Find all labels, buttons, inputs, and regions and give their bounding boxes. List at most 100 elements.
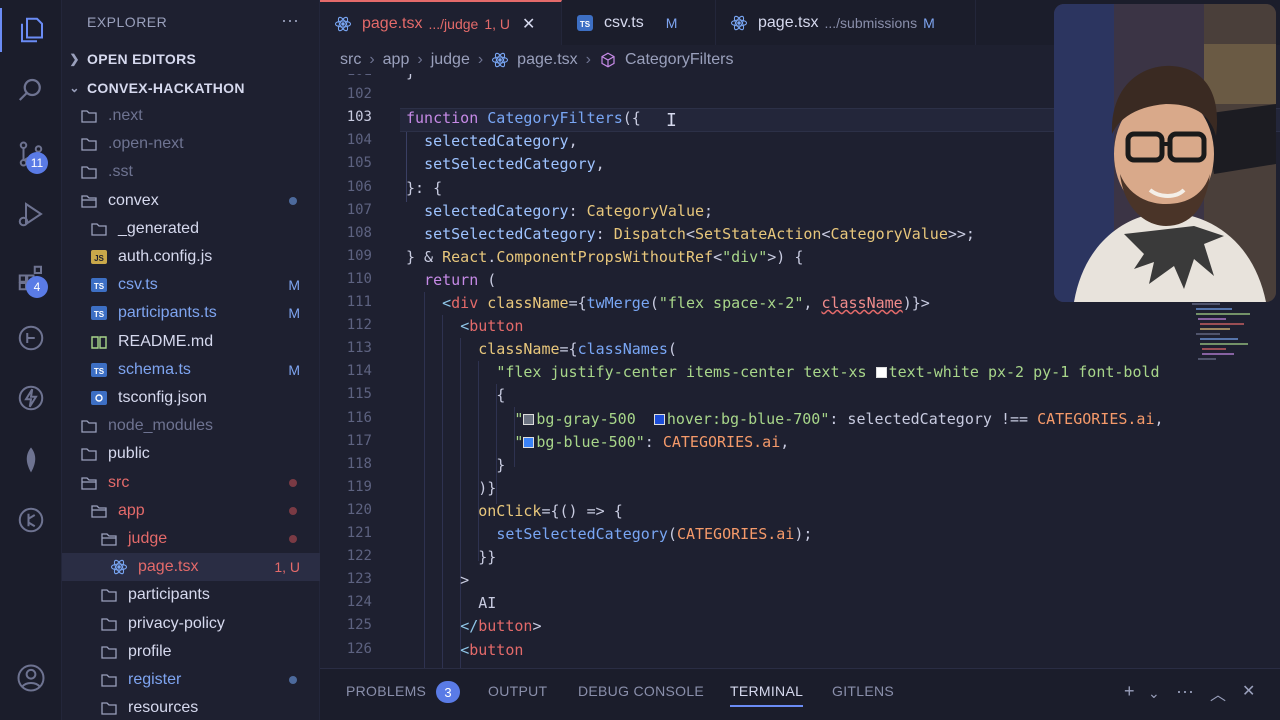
chevron-up-icon[interactable]: ︿ — [1210, 681, 1226, 705]
minimap[interactable] — [1190, 300, 1270, 380]
tree-item-app[interactable]: app — [62, 497, 320, 525]
more-icon[interactable]: ··· — [1176, 681, 1194, 702]
code-line[interactable]: return ( — [406, 271, 496, 289]
open-editors-label: OPEN EDITORS — [87, 51, 197, 67]
project-section[interactable]: ⌄ CONVEX-HACKATHON — [62, 74, 245, 102]
code-line[interactable]: } — [406, 456, 505, 474]
tree-item-open-next[interactable]: .open-next — [62, 130, 320, 158]
remote-explorer-icon[interactable] — [0, 316, 62, 360]
code-line[interactable]: selectedCategory, — [406, 132, 578, 150]
tree-item-privacy-policy[interactable]: privacy-policy — [62, 610, 320, 638]
code-line[interactable]: } — [406, 74, 415, 81]
tree-item-participants[interactable]: participants — [62, 581, 320, 609]
line-number: 111 — [346, 294, 372, 310]
tree-item-generated[interactable]: _generated — [62, 215, 320, 243]
breadcrumb-item[interactable]: src — [340, 51, 361, 69]
chevron-right-icon: › — [585, 51, 591, 68]
tab-csv-ts[interactable]: TS csv.ts M — [562, 0, 716, 45]
breadcrumb-item[interactable]: app — [383, 51, 410, 69]
line-number: 114 — [346, 363, 372, 380]
tab-output[interactable]: OUTPUT — [488, 683, 547, 699]
tree-item-register[interactable]: register — [62, 666, 320, 694]
tree-item-csv-ts[interactable]: TS csv.ts M — [62, 271, 320, 299]
tab-gitlens[interactable]: GITLENS — [832, 683, 894, 699]
explorer-title: EXPLORER — [87, 14, 168, 30]
extensions-icon[interactable]: 4 — [0, 256, 62, 300]
source-control-icon[interactable]: 11 — [0, 132, 62, 176]
tab-description: .../judge — [428, 15, 479, 32]
run-debug-icon[interactable] — [0, 192, 62, 236]
code-line[interactable]: setSelectedCategory: Dispatch<SetStateAc… — [406, 225, 975, 243]
code-line[interactable]: "flex justify-center items-center text-x… — [406, 363, 1159, 381]
tree-item-profile[interactable]: profile — [62, 638, 320, 666]
folder-open-icon — [100, 530, 118, 548]
leaf-icon[interactable] — [0, 438, 62, 482]
code-line[interactable]: }} — [406, 548, 496, 566]
code-line[interactable]: " bg-gray-500 hover:bg-blue-700": selecte… — [406, 410, 1163, 428]
tree-item-page-tsx[interactable]: page.tsx 1, U — [62, 553, 320, 582]
close-icon[interactable]: ✕ — [522, 14, 535, 34]
tree-item-label: participants — [128, 586, 210, 604]
tab-status: 1, U — [484, 15, 510, 32]
lightning-icon[interactable] — [0, 376, 62, 420]
svg-text:JS: JS — [94, 254, 104, 263]
text-cursor-icon: I — [666, 110, 677, 131]
tree-item-schema-ts[interactable]: TS schema.ts M — [62, 356, 320, 384]
code-line[interactable]: " bg-blue-500": CATEGORIES.ai, — [406, 433, 789, 451]
close-icon[interactable]: ✕ — [1242, 681, 1255, 701]
explorer-icon[interactable] — [0, 8, 62, 52]
line-number: 115 — [346, 386, 372, 403]
tree-item-next[interactable]: .next — [62, 102, 320, 130]
code-line[interactable]: setSelectedCategory, — [406, 155, 605, 173]
tree-item-auth-config-js[interactable]: JS auth.config.js — [62, 243, 320, 271]
tab-page-tsx-submissions[interactable]: page.tsx .../submissions M — [716, 0, 976, 45]
tab-terminal[interactable]: TERMINAL — [730, 683, 804, 707]
code-line[interactable]: )} — [406, 479, 496, 497]
tree-item-src[interactable]: src — [62, 469, 320, 497]
markdown-icon — [90, 333, 108, 351]
tree-item-convex[interactable]: convex — [62, 187, 320, 215]
code-line[interactable]: className={classNames( — [406, 340, 677, 358]
line-number: 110 — [346, 270, 372, 287]
breadcrumb-item[interactable]: judge — [431, 51, 470, 69]
code-line[interactable]: onClick={() => { — [406, 502, 623, 520]
chevron-down-icon[interactable]: ⌄ — [1148, 685, 1160, 702]
tab-debug-console[interactable]: DEBUG CONSOLE — [578, 683, 704, 699]
modified-dot — [289, 676, 297, 684]
line-number: 104 — [346, 132, 372, 149]
tree-item-tsconfig-json[interactable]: tsconfig.json — [62, 384, 320, 412]
breadcrumb-item[interactable]: CategoryFilters — [625, 51, 733, 69]
tree-item-judge[interactable]: judge — [62, 525, 320, 553]
code-line[interactable]: }: { — [406, 179, 442, 197]
tab-problems[interactable]: PROBLEMS — [346, 683, 426, 699]
more-icon[interactable]: ··· — [281, 10, 299, 31]
open-editors-section[interactable]: ❯ OPEN EDITORS — [62, 45, 196, 73]
tree-item-readme-md[interactable]: README.md — [62, 328, 320, 356]
plus-icon[interactable]: + — [1124, 681, 1135, 702]
code-line[interactable]: selectedCategory: CategoryValue; — [406, 202, 713, 220]
line-number: 105 — [346, 155, 372, 172]
code-line[interactable]: { — [406, 386, 505, 404]
folder-icon — [80, 107, 98, 125]
code-line[interactable]: function CategoryFilters({ — [406, 109, 641, 127]
code-line[interactable]: AI — [406, 594, 496, 612]
code-line[interactable]: setSelectedCategory(CATEGORIES.ai); — [406, 525, 812, 543]
tree-item-participants-ts[interactable]: TS participants.ts M — [62, 299, 320, 327]
code-line[interactable]: <div className={twMerge("flex space-x-2"… — [406, 294, 930, 312]
tree-item-node-modules[interactable]: node_modules — [62, 412, 320, 440]
folder-icon — [100, 671, 118, 689]
code-line[interactable]: > — [406, 571, 469, 589]
code-line[interactable]: <button — [406, 317, 523, 335]
tree-item-sst[interactable]: .sst — [62, 158, 320, 186]
account-icon[interactable] — [0, 656, 62, 700]
code-line[interactable]: </button> — [406, 617, 541, 635]
code-line[interactable]: <button — [406, 641, 523, 659]
tab-page-tsx-judge[interactable]: page.tsx .../judge 1, U ✕ — [320, 0, 562, 45]
code-line[interactable]: } & React.ComponentPropsWithoutRef<"div"… — [406, 248, 803, 266]
tree-item-resources[interactable]: resources — [62, 694, 320, 720]
svg-text:TS: TS — [580, 20, 591, 29]
search-icon[interactable] — [0, 68, 62, 112]
breadcrumb-item[interactable]: page.tsx — [517, 51, 577, 69]
tree-item-public[interactable]: public — [62, 440, 320, 468]
git-graph-icon[interactable] — [0, 498, 62, 542]
